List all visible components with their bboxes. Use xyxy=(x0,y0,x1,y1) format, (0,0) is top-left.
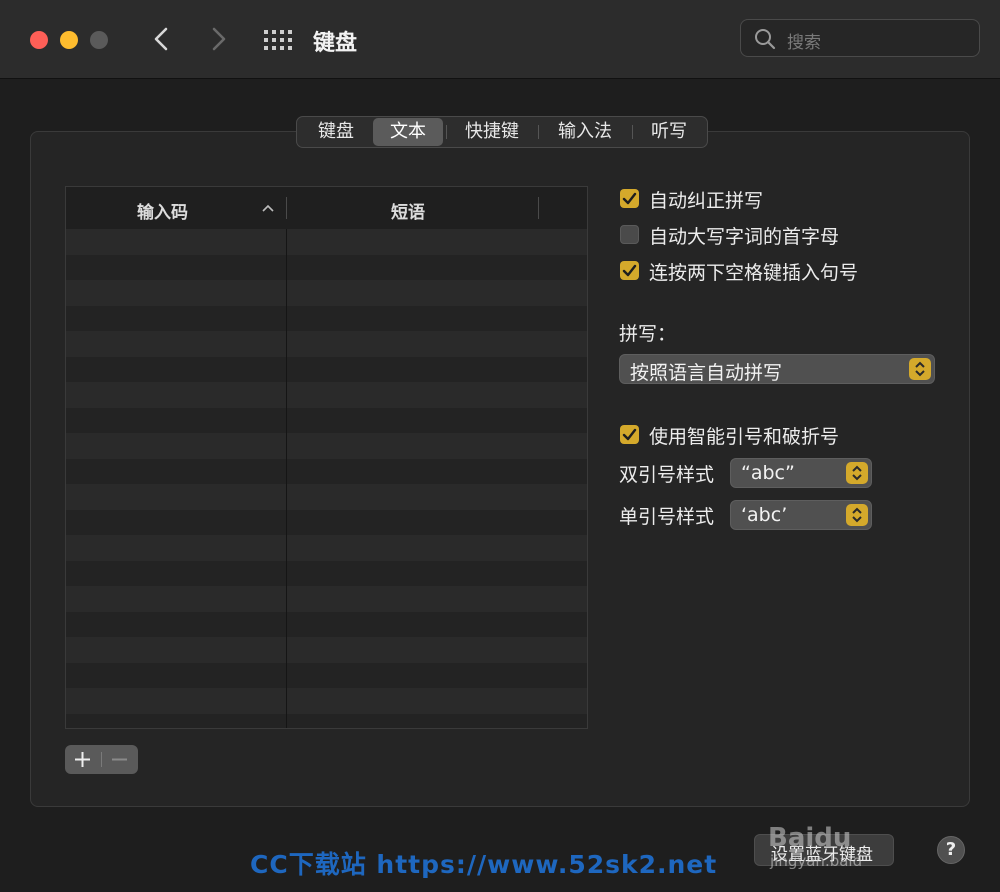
table-row[interactable] xyxy=(66,305,587,331)
baidu-watermark: Baidu xyxy=(768,823,852,853)
table-rows xyxy=(66,229,587,728)
table-row[interactable] xyxy=(66,331,587,357)
table-row[interactable] xyxy=(66,484,587,510)
double-quote-select[interactable]: “abc” xyxy=(730,458,872,488)
sort-ascending-icon[interactable] xyxy=(262,204,274,212)
table-row[interactable] xyxy=(66,611,587,637)
spelling-select[interactable]: 按照语言自动拼写 xyxy=(619,354,935,384)
stepper-icon xyxy=(846,462,868,484)
double-space-period-checkbox[interactable] xyxy=(620,261,639,280)
table-row[interactable] xyxy=(66,713,587,728)
table-row[interactable] xyxy=(66,229,587,255)
table-row[interactable] xyxy=(66,280,587,306)
title-bar: 键盘 搜索 xyxy=(0,0,1000,79)
search-icon xyxy=(755,29,776,50)
smart-quotes-checkbox[interactable] xyxy=(620,425,639,444)
checkmark-icon xyxy=(622,264,637,277)
text-replacement-table[interactable]: 输入码 短语 xyxy=(65,186,588,729)
site-watermark: CC下载站 https://www.52sk2.net xyxy=(250,850,718,879)
tab-divider xyxy=(446,125,447,139)
spelling-label: 拼写： xyxy=(619,323,677,345)
autocapitalize-label[interactable]: 自动大写字词的首字母 xyxy=(649,222,839,249)
column-header-input[interactable]: 输入码 xyxy=(137,198,188,223)
table-row[interactable] xyxy=(66,509,587,535)
remove-button[interactable] xyxy=(102,745,138,774)
table-header: 输入码 短语 xyxy=(66,187,587,230)
show-all-grid-icon[interactable] xyxy=(263,29,293,51)
table-row[interactable] xyxy=(66,356,587,382)
double-quote-value: “abc” xyxy=(741,462,795,484)
tab-divider xyxy=(632,125,633,139)
autocorrect-label[interactable]: 自动纠正拼写 xyxy=(649,186,763,213)
zoom-window-button[interactable] xyxy=(90,31,108,49)
table-row[interactable] xyxy=(66,688,587,714)
search-field[interactable]: 搜索 xyxy=(740,19,980,57)
table-row[interactable] xyxy=(66,433,587,459)
table-row[interactable] xyxy=(66,535,587,561)
stepper-icon xyxy=(909,358,931,380)
add-button[interactable] xyxy=(65,745,101,774)
search-placeholder: 搜索 xyxy=(787,33,821,53)
tab-divider xyxy=(538,125,539,139)
help-button[interactable]: ? xyxy=(937,836,965,864)
tab-bar: 键盘 文本 快捷键 输入法 听写 xyxy=(296,116,708,148)
plus-icon xyxy=(75,752,90,767)
back-icon[interactable] xyxy=(147,24,177,54)
table-row[interactable] xyxy=(66,637,587,663)
tab-keyboard[interactable]: 键盘 xyxy=(301,118,371,146)
table-row[interactable] xyxy=(66,586,587,612)
table-row[interactable] xyxy=(66,458,587,484)
autocapitalize-checkbox[interactable] xyxy=(620,225,639,244)
table-row[interactable] xyxy=(66,560,587,586)
double-quote-label: 双引号样式 xyxy=(619,464,715,486)
checkmark-icon xyxy=(622,192,637,205)
add-remove-control xyxy=(65,745,138,774)
minimize-window-button[interactable] xyxy=(60,31,78,49)
double-space-period-label[interactable]: 连按两下空格键插入句号 xyxy=(649,258,858,285)
table-row[interactable] xyxy=(66,662,587,688)
table-row[interactable] xyxy=(66,254,587,280)
tab-shortcuts[interactable]: 快捷键 xyxy=(448,118,536,146)
table-row[interactable] xyxy=(66,407,587,433)
checkmark-icon xyxy=(622,428,637,441)
stepper-icon xyxy=(846,504,868,526)
table-row[interactable] xyxy=(66,382,587,408)
smart-quotes-label[interactable]: 使用智能引号和破折号 xyxy=(649,422,839,449)
close-window-button[interactable] xyxy=(30,31,48,49)
tab-dictation[interactable]: 听写 xyxy=(634,118,704,146)
single-quote-select[interactable]: ‘abc’ xyxy=(730,500,872,530)
autocorrect-checkbox[interactable] xyxy=(620,189,639,208)
minus-icon xyxy=(112,758,127,761)
tab-text[interactable]: 文本 xyxy=(373,118,443,146)
spelling-value: 按照语言自动拼写 xyxy=(630,362,783,384)
window-title: 键盘 xyxy=(313,31,358,56)
single-quote-label: 单引号样式 xyxy=(619,506,715,528)
jingyan-watermark: jingyan.baid xyxy=(770,852,863,870)
header-divider xyxy=(538,197,539,219)
single-quote-value: ‘abc’ xyxy=(741,504,788,526)
header-divider xyxy=(286,197,287,219)
column-header-phrase[interactable]: 短语 xyxy=(391,198,425,223)
forward-icon[interactable] xyxy=(203,24,233,54)
column-divider xyxy=(286,229,287,728)
tab-input-sources[interactable]: 输入法 xyxy=(540,118,630,146)
